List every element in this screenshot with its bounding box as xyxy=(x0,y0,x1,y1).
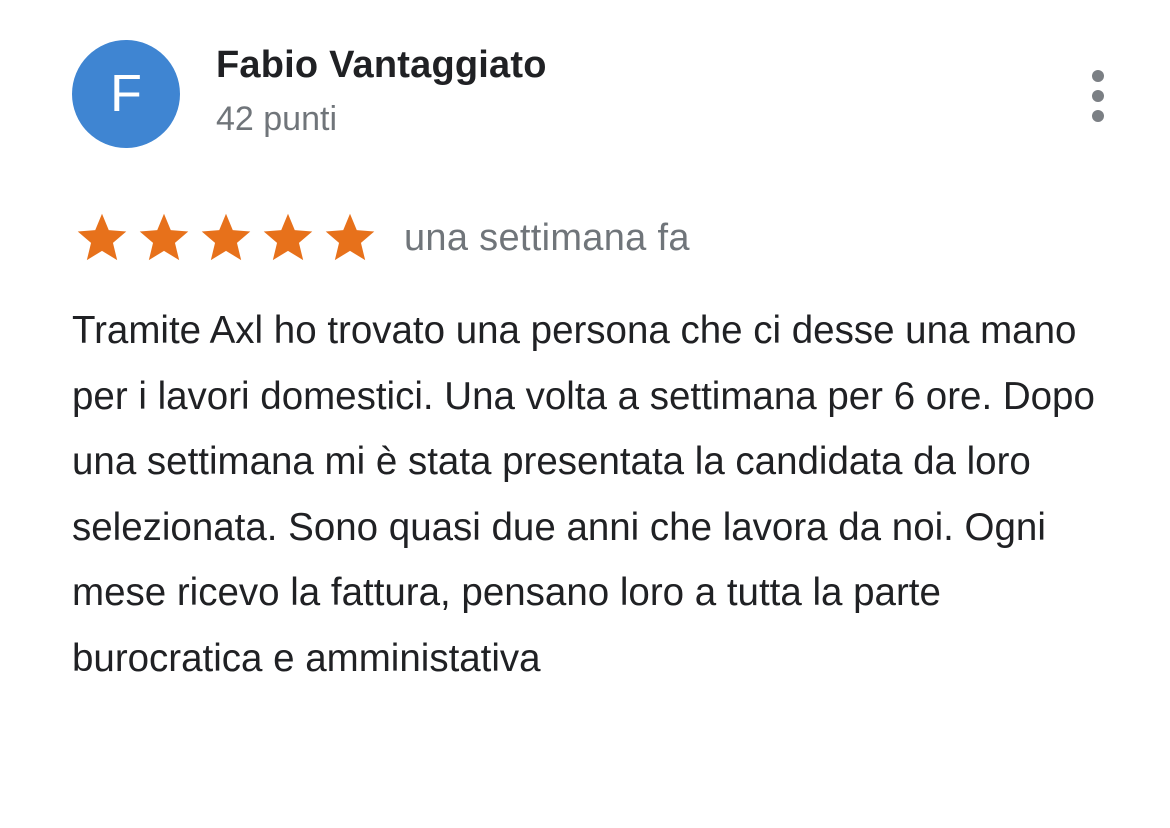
avatar[interactable]: F xyxy=(72,40,180,148)
rating-row: una settimana fa xyxy=(72,208,690,268)
star-icon xyxy=(263,213,313,261)
review-card: F Fabio Vantaggiato 42 punti una settima… xyxy=(0,0,1170,828)
more-vert-icon xyxy=(1092,70,1104,82)
author-name[interactable]: Fabio Vantaggiato xyxy=(216,44,547,87)
review-timestamp: una settimana fa xyxy=(404,216,690,259)
review-text: Tramite Axl ho trovato una persona che c… xyxy=(72,309,1095,680)
avatar-initial: F xyxy=(110,65,142,123)
star-icon xyxy=(201,213,251,261)
more-options-button[interactable] xyxy=(1080,66,1116,126)
star-icon xyxy=(139,213,189,261)
author-points: 42 punti xyxy=(216,100,337,138)
more-vert-icon xyxy=(1092,110,1104,122)
star-icon xyxy=(77,213,127,261)
more-vert-icon xyxy=(1092,90,1104,102)
star-icon xyxy=(325,213,375,261)
star-rating xyxy=(72,210,380,266)
